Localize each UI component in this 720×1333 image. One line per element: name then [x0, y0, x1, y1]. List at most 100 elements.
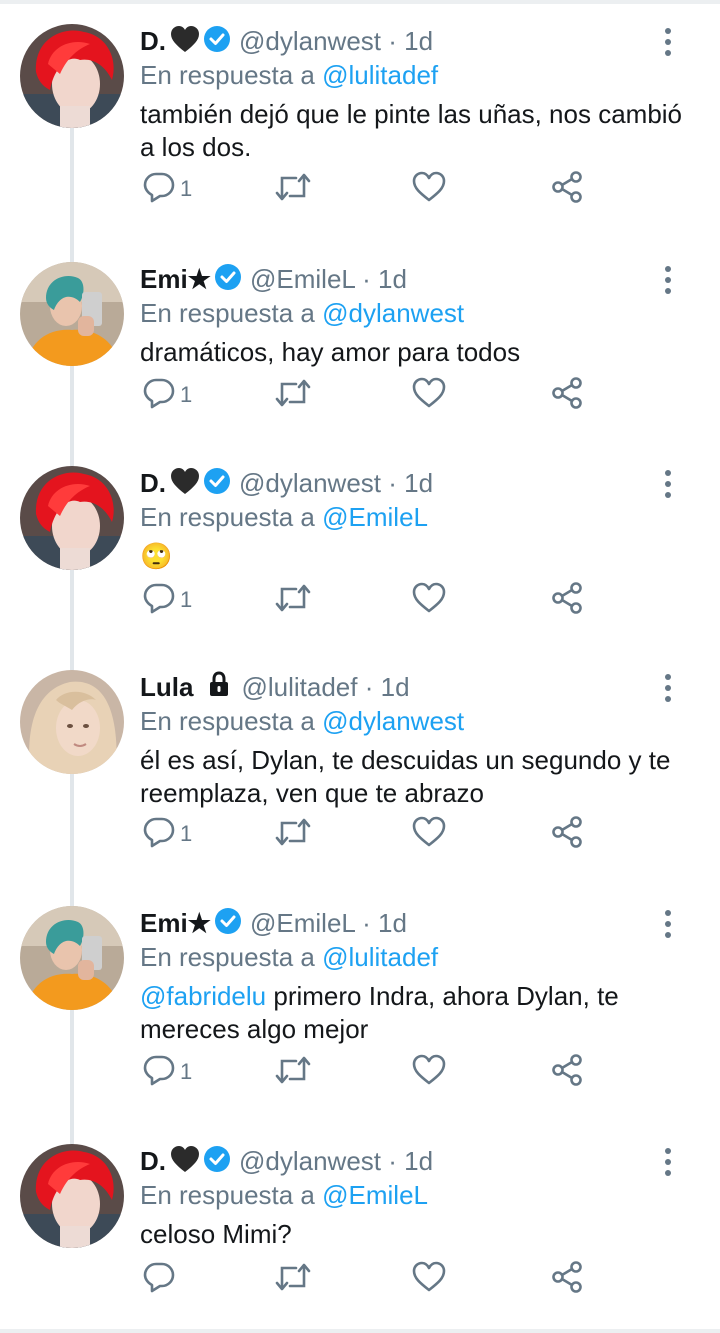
timestamp[interactable]: 1d: [378, 908, 407, 938]
share-button[interactable]: [550, 375, 584, 415]
reply-to-link[interactable]: @lulitadef: [322, 60, 438, 90]
reply-icon: [142, 376, 176, 415]
user-handle[interactable]: @lulitadef: [241, 672, 357, 702]
tweet-text-content: también dejó que le pinte las uñas, nos …: [140, 99, 683, 162]
more-options-icon[interactable]: [662, 470, 674, 500]
tweet-text: dramáticos, hay amor para todos: [140, 336, 700, 369]
display-name[interactable]: D.: [140, 468, 166, 498]
retweet-button[interactable]: [274, 375, 312, 415]
reply-prefix: En respuesta a: [140, 298, 315, 328]
share-icon: [550, 1260, 584, 1299]
reply-button[interactable]: 1: [142, 580, 192, 620]
timestamp[interactable]: 1d: [381, 672, 410, 702]
share-button[interactable]: [550, 169, 584, 209]
retweet-button[interactable]: [274, 814, 312, 854]
more-options-icon[interactable]: [662, 28, 674, 58]
share-button[interactable]: [550, 1052, 584, 1092]
avatar[interactable]: [20, 262, 124, 366]
reply-prefix: En respuesta a: [140, 1180, 315, 1210]
like-button[interactable]: [412, 1052, 446, 1092]
share-button[interactable]: [550, 580, 584, 620]
avatar[interactable]: [20, 1144, 124, 1248]
tweet-reply[interactable]: Emi★ @EmileL · 1d En respuesta a @lulitade…: [0, 906, 720, 1116]
tweet-actions: 1: [142, 1052, 602, 1092]
avatar[interactable]: [20, 906, 124, 1010]
timestamp[interactable]: 1d: [404, 468, 433, 498]
reply-count: 1: [180, 821, 193, 846]
tweet-text: 🙄: [140, 540, 700, 573]
retweet-icon: [274, 1053, 312, 1092]
reply-icon: [142, 1260, 176, 1299]
display-name[interactable]: D.: [140, 1146, 166, 1176]
tweet-actions: 1: [142, 814, 602, 854]
tweet-reply[interactable]: D. @dylanwest · 1d En respuesta a @lulitad…: [0, 24, 720, 233]
timestamp[interactable]: 1d: [404, 26, 433, 56]
tweet-reply[interactable]: D. @dylanwest · 1d En respuesta a @EmileL 🙄…: [0, 466, 720, 644]
reply-button[interactable]: 1: [142, 814, 192, 854]
display-name[interactable]: Emi★: [140, 908, 211, 938]
reply-count: 1: [180, 382, 193, 407]
reply-to-link[interactable]: @EmileL: [322, 1180, 428, 1210]
more-options-icon[interactable]: [662, 674, 674, 704]
reply-to-link[interactable]: @dylanwest: [322, 706, 464, 736]
tweet-body: D. @dylanwest · 1d En respuesta a @EmileL 🙄: [140, 466, 700, 573]
tweet-text: @fabridelu primero Indra, ahora Dylan, t…: [140, 980, 700, 1046]
share-icon: [550, 376, 584, 415]
display-name[interactable]: Emi★: [140, 264, 211, 294]
display-name[interactable]: D.: [140, 26, 166, 56]
retweet-button[interactable]: [274, 1052, 312, 1092]
more-options-icon[interactable]: [662, 910, 674, 940]
tweet-actions: [142, 1259, 602, 1299]
user-handle[interactable]: @dylanwest: [239, 26, 381, 56]
display-name[interactable]: Lula: [140, 672, 193, 702]
share-button[interactable]: [550, 814, 584, 854]
share-icon: [550, 815, 584, 854]
reply-to-link[interactable]: @lulitadef: [322, 942, 438, 972]
reply-button[interactable]: 1: [142, 169, 192, 209]
reply-to-link[interactable]: @EmileL: [322, 502, 428, 532]
tweet-text: también dejó que le pinte las uñas, nos …: [140, 98, 700, 164]
timestamp[interactable]: 1d: [378, 264, 407, 294]
retweet-icon: [274, 1260, 312, 1299]
reply-context: En respuesta a @EmileL: [140, 1178, 700, 1212]
reply-button[interactable]: [142, 1259, 180, 1299]
avatar[interactable]: [20, 670, 124, 774]
share-button[interactable]: [550, 1259, 584, 1299]
like-button[interactable]: [412, 375, 446, 415]
more-options-icon[interactable]: [662, 1148, 674, 1178]
top-divider: [0, 0, 720, 4]
like-button[interactable]: [412, 814, 446, 854]
tweet-actions: 1: [142, 375, 602, 415]
share-icon: [550, 170, 584, 209]
reply-count: 1: [180, 176, 193, 201]
separator-dot: ·: [388, 468, 397, 498]
timestamp[interactable]: 1d: [404, 1146, 433, 1176]
reply-context: En respuesta a @lulitadef: [140, 940, 700, 974]
tweet-reply[interactable]: Emi★ @EmileL · 1d En respuesta a @dylanwes…: [0, 262, 720, 439]
like-button[interactable]: [412, 580, 446, 620]
retweet-button[interactable]: [274, 580, 312, 620]
tweet-text-content: 🙄: [140, 541, 173, 571]
lock-icon: [205, 670, 233, 706]
reply-to-link[interactable]: @dylanwest: [322, 298, 464, 328]
tweet-header: D. @dylanwest · 1d: [140, 466, 700, 500]
user-handle[interactable]: @dylanwest: [239, 468, 381, 498]
reply-button[interactable]: 1: [142, 375, 192, 415]
reply-button[interactable]: 1: [142, 1052, 192, 1092]
tweet-body: D. @dylanwest · 1d En respuesta a @lulitad…: [140, 24, 700, 164]
tweet-reply[interactable]: D. @dylanwest · 1d En respuesta a @EmileL c…: [0, 1144, 720, 1323]
like-button[interactable]: [412, 1259, 446, 1299]
user-handle[interactable]: @dylanwest: [239, 1146, 381, 1176]
avatar[interactable]: [20, 24, 124, 128]
mention-link[interactable]: @fabridelu: [140, 981, 266, 1011]
like-button[interactable]: [412, 169, 446, 209]
retweet-button[interactable]: [274, 1259, 312, 1299]
avatar[interactable]: [20, 466, 124, 570]
user-handle[interactable]: @EmileL: [250, 908, 355, 938]
reply-icon: [142, 815, 176, 854]
more-options-icon[interactable]: [662, 266, 674, 296]
tweet-reply[interactable]: Lula @lulitadef · 1d En respuesta a @dylan…: [0, 670, 720, 878]
retweet-button[interactable]: [274, 169, 312, 209]
reply-icon: [142, 581, 176, 620]
user-handle[interactable]: @EmileL: [250, 264, 355, 294]
